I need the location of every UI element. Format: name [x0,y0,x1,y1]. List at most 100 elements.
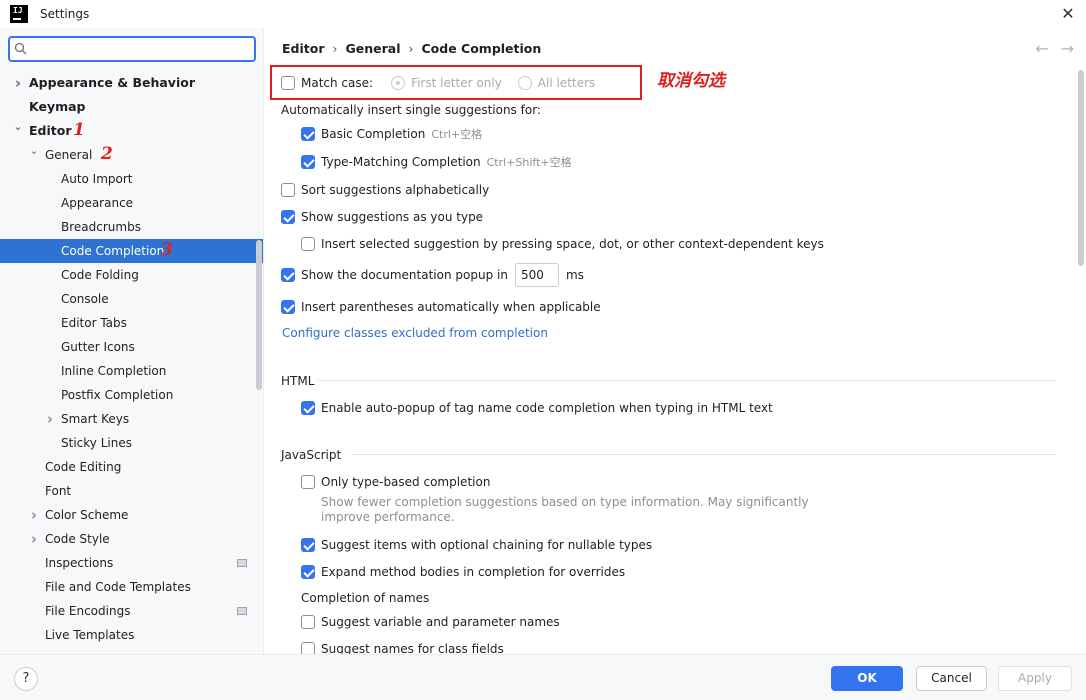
expand-bodies-checkbox[interactable] [301,565,315,579]
doc-popup-checkbox[interactable] [281,268,295,282]
expand-bodies-row: Expand method bodies in completion for o… [301,562,625,582]
first-letter-label: First letter only [411,76,502,90]
chevron-right-icon: › [408,41,414,56]
insert-parens-label: Insert parentheses automatically when ap… [301,300,601,314]
breadcrumb-general[interactable]: General [346,41,401,56]
sidebar-item-inline-completion[interactable]: Inline Completion [0,359,263,383]
annotation-step-number: 1 [73,120,85,140]
chevron-right-icon[interactable]: › [44,407,56,431]
chevron-right-icon[interactable]: › [28,527,40,551]
chevron-right-icon[interactable]: › [12,71,24,95]
sidebar-item-color-scheme[interactable]: › Color Scheme [0,503,263,527]
all-letters-radio[interactable] [517,76,532,90]
sidebar-item-console[interactable]: Console [0,287,263,311]
html-autopopup-checkbox[interactable] [301,401,315,415]
chevron-down-icon[interactable]: ⌄ [12,119,24,143]
sidebar-item-label: Color Scheme [45,508,129,522]
doc-popup-delay-input[interactable]: 500 [514,263,559,287]
sidebar-item-label: Editor Tabs [61,316,127,330]
sidebar-item-appearance-behavior[interactable]: › Appearance & Behavior [0,71,263,95]
breadcrumb-editor[interactable]: Editor [282,41,325,56]
show-as-type-checkbox[interactable] [281,210,295,224]
sidebar-item-label: Smart Keys [61,412,130,426]
doc-popup-label: Show the documentation popup in [301,268,508,282]
sidebar-item-inspections[interactable]: Inspections [0,551,263,575]
sort-alpha-label: Sort suggestions alphabetically [301,183,490,197]
basic-completion-row: Basic Completion Ctrl+空格 [301,124,482,144]
sidebar-scrollbar[interactable] [256,240,262,390]
only-type-based-checkbox[interactable] [301,475,315,489]
sidebar-item-gutter-icons[interactable]: Gutter Icons [0,335,263,359]
sidebar-item-sticky-lines[interactable]: Sticky Lines [0,431,263,455]
sidebar-item-live-templates[interactable]: Live Templates [0,623,263,647]
sidebar-item-breadcrumbs[interactable]: Breadcrumbs [0,215,263,239]
intellij-app-icon: IJ [10,5,28,23]
insert-selected-row: Insert selected suggestion by pressing s… [301,234,824,254]
match-case-row: Match case: First letter only All letter… [281,73,595,93]
first-letter-radio[interactable] [391,76,406,90]
breadcrumb-code-completion: Code Completion [421,41,542,56]
sidebar-item-general[interactable]: ⌄ General 2 [0,143,263,167]
history-nav: ← → [1035,39,1074,58]
settings-search-box[interactable] [8,36,256,62]
forward-arrow-icon[interactable]: → [1061,39,1074,58]
all-letters-label: All letters [537,76,596,90]
help-button[interactable]: ? [14,667,38,691]
sidebar-item-font[interactable]: Font [0,479,263,503]
suggest-class-fields-checkbox[interactable] [301,642,315,654]
javascript-section-title: JavaScript [281,448,342,462]
sidebar-item-label: Sticky Lines [61,436,132,450]
cancel-button[interactable]: Cancel [916,666,987,691]
ok-button[interactable]: OK [831,666,903,691]
settings-content: Editor › General › Code Completion ← → 取… [265,28,1086,654]
optional-chaining-label: Suggest items with optional chaining for… [321,538,653,552]
sidebar-item-editor-tabs[interactable]: Editor Tabs [0,311,263,335]
sidebar-item-label: Appearance [61,196,134,210]
title-bar: IJ Settings ✕ [0,0,1086,28]
doc-popup-unit: ms [565,268,584,282]
sidebar-item-appearance[interactable]: Appearance [0,191,263,215]
sort-alpha-checkbox[interactable] [281,183,295,197]
search-input[interactable] [32,40,252,58]
content-scrollbar[interactable] [1078,70,1084,266]
back-arrow-icon[interactable]: ← [1035,39,1048,58]
sidebar-item-file-and-code-templates[interactable]: File and Code Templates [0,575,263,599]
type-matching-row: Type-Matching Completion Ctrl+Shift+空格 [301,152,572,172]
sidebar-item-auto-import[interactable]: Auto Import [0,167,263,191]
match-case-checkbox[interactable] [281,76,295,90]
type-matching-label: Type-Matching Completion [321,155,481,169]
sidebar-item-editor[interactable]: ⌄ Editor 1 [0,119,263,143]
show-as-type-label: Show suggestions as you type [301,210,484,224]
expand-bodies-label: Expand method bodies in completion for o… [321,565,626,579]
suggest-var-names-checkbox[interactable] [301,615,315,629]
sidebar-item-keymap[interactable]: Keymap [0,95,263,119]
sidebar-item-code-editing[interactable]: Code Editing [0,455,263,479]
sidebar-item-postfix-completion[interactable]: Postfix Completion [0,383,263,407]
sidebar-item-code-style[interactable]: › Code Style [0,527,263,551]
chevron-down-icon[interactable]: ⌄ [28,143,40,167]
close-icon[interactable]: ✕ [1058,4,1078,24]
sidebar-item-label: Keymap [29,99,86,114]
sidebar-item-label: Inline Completion [61,364,167,378]
dialog-footer: ? OK Cancel Apply [0,654,1086,700]
sidebar-item-code-folding[interactable]: Code Folding [0,263,263,287]
chevron-right-icon[interactable]: › [28,503,40,527]
optional-chaining-checkbox[interactable] [301,538,315,552]
insert-selected-checkbox[interactable] [301,237,315,251]
sidebar-item-smart-keys[interactable]: › Smart Keys [0,407,263,431]
sidebar-item-code-completion[interactable]: Code Completion 3 [0,239,263,263]
type-matching-shortcut: Ctrl+Shift+空格 [486,156,572,169]
settings-sidebar: › Appearance & Behavior Keymap ⌄ Editor 1 ⌄ Gen… [0,28,264,654]
sidebar-item-label: Breadcrumbs [61,220,141,234]
apply-button[interactable]: Apply [998,666,1072,691]
suggest-class-fields-label: Suggest names for class fields [321,642,504,654]
configure-excluded-classes-link[interactable]: Configure classes excluded from completi… [282,323,548,343]
sidebar-item-label: Gutter Icons [61,340,135,354]
sidebar-item-label: Code Style [45,532,110,546]
insert-parens-checkbox[interactable] [281,300,295,314]
insert-selected-label: Insert selected suggestion by pressing s… [321,237,824,251]
sidebar-item-file-encodings[interactable]: File Encodings [0,599,263,623]
only-type-based-row: Only type-based completion [301,472,490,492]
basic-completion-checkbox[interactable] [301,127,315,141]
type-matching-checkbox[interactable] [301,155,315,169]
